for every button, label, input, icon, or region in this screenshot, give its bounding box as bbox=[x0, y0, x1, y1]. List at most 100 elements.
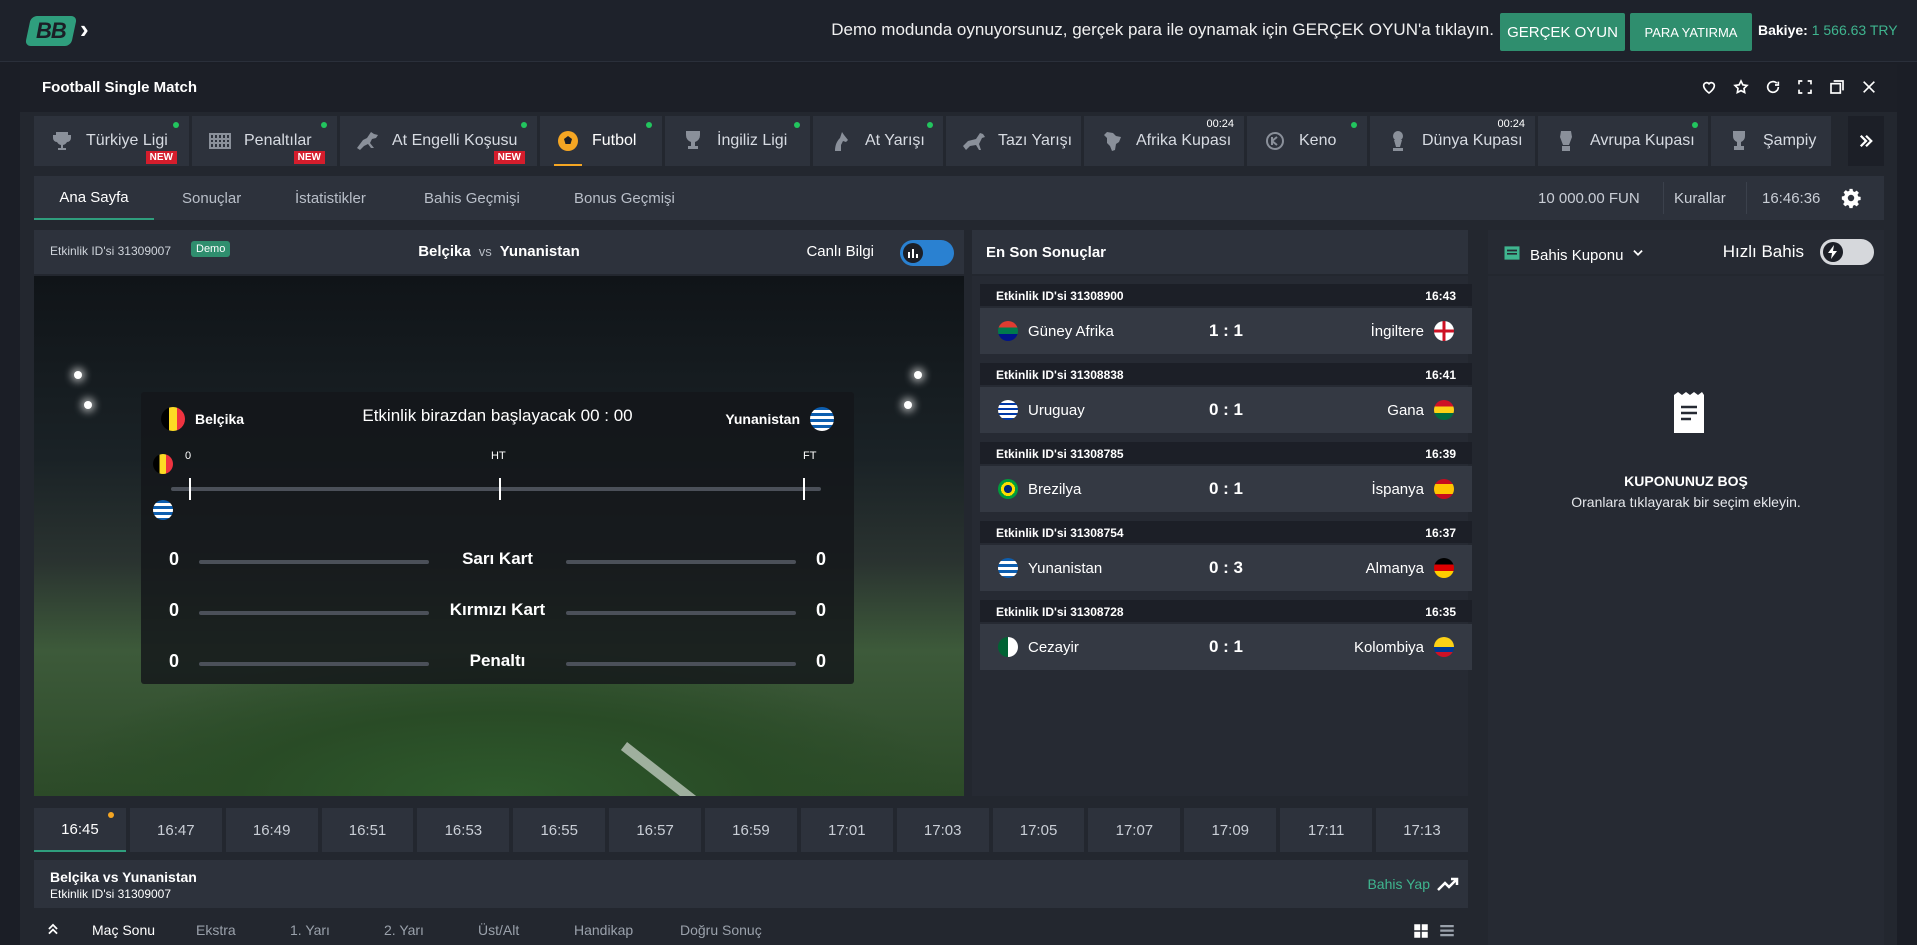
window-header: Football Single Match bbox=[20, 64, 1897, 112]
greece-flag-icon bbox=[153, 500, 173, 520]
countdown: 00:24 bbox=[1497, 118, 1525, 130]
game-window: Football Single Match Türkiye Ligi NEW P… bbox=[20, 64, 1897, 945]
ghana-flag-icon bbox=[1434, 400, 1454, 420]
stat-away: 0 bbox=[815, 549, 826, 569]
market-tab-1-yari[interactable]: 1. Yarı bbox=[290, 922, 330, 938]
result-card[interactable]: Etkinlik ID'si 31308838 16:41 Uruguay 0 :… bbox=[980, 363, 1472, 433]
coupon-title: Bahis Kuponu bbox=[1530, 246, 1624, 264]
coupon-dropdown[interactable]: Bahis Kuponu bbox=[1502, 243, 1645, 267]
heart-icon[interactable] bbox=[1699, 77, 1719, 97]
game-tab-label: Keno bbox=[1299, 132, 1337, 149]
brand-logo[interactable]: BB bbox=[24, 16, 78, 46]
market-tab-ust-alt[interactable]: Üst/Alt bbox=[478, 922, 519, 938]
result-card[interactable]: Etkinlik ID'si 31308728 16:35 Cezayir 0 :… bbox=[980, 600, 1472, 670]
star-icon[interactable] bbox=[1731, 77, 1751, 97]
live-dot bbox=[1692, 122, 1698, 128]
close-icon[interactable] bbox=[1859, 77, 1879, 97]
market-tab-dogru-sonuc[interactable]: Doğru Sonuç bbox=[680, 922, 762, 938]
timeline-marker bbox=[189, 478, 191, 500]
market-tab-2-yari[interactable]: 2. Yarı bbox=[384, 922, 424, 938]
stat-bar bbox=[566, 611, 796, 615]
result-card[interactable]: Etkinlik ID'si 31308754 16:37 Yunanistan … bbox=[980, 521, 1472, 591]
timeslot[interactable]: 17:03 bbox=[896, 808, 989, 852]
timeslot[interactable]: 17:07 bbox=[1088, 808, 1181, 852]
quick-bet-toggle[interactable] bbox=[1820, 239, 1874, 265]
game-tab-dunya-kupasi[interactable]: Dünya Kupası 00:24 bbox=[1370, 116, 1535, 166]
tab-ana-sayfa[interactable]: Ana Sayfa bbox=[34, 176, 154, 220]
stadium-light bbox=[914, 371, 922, 379]
fullscreen-icon[interactable] bbox=[1795, 77, 1815, 97]
timeslot[interactable]: 17:09 bbox=[1184, 808, 1277, 852]
deposit-button[interactable]: PARA YATIRMA bbox=[1630, 13, 1752, 51]
market-tab-ekstra[interactable]: Ekstra bbox=[196, 922, 236, 938]
real-game-button[interactable]: GERÇEK OYUN bbox=[1500, 13, 1625, 51]
away-team: Yunanistan bbox=[499, 243, 580, 260]
game-tab-turkiye-ligi[interactable]: Türkiye Ligi NEW bbox=[34, 116, 189, 166]
live-info-toggle[interactable] bbox=[900, 240, 954, 266]
belgium-flag-icon bbox=[153, 454, 173, 474]
chevron-up-icon[interactable] bbox=[46, 922, 60, 939]
game-tab-label: Şampiy bbox=[1763, 132, 1817, 149]
keno-icon bbox=[1261, 127, 1289, 155]
game-tab-keno[interactable]: Keno bbox=[1247, 116, 1367, 166]
stat-row-penalty: 0 Penaltı 0 bbox=[141, 651, 854, 675]
timeslot[interactable]: 16:55 bbox=[513, 808, 606, 852]
trend-chart-icon[interactable] bbox=[1436, 872, 1460, 896]
game-tab-label: Avrupa Kupası bbox=[1590, 132, 1695, 149]
game-tab-futbol[interactable]: Futbol bbox=[540, 116, 662, 166]
timeslot[interactable]: 16:59 bbox=[705, 808, 797, 852]
overlay-away: Yunanistan bbox=[725, 407, 834, 431]
game-tab-at-yarisi[interactable]: At Yarışı bbox=[813, 116, 943, 166]
match-market-header: Belçika vs Yunanistan Etkinlik ID'si 313… bbox=[34, 860, 1468, 908]
timeslot[interactable]: 16:51 bbox=[321, 808, 414, 852]
refresh-icon[interactable] bbox=[1763, 77, 1783, 97]
tab-sonuclar[interactable]: Sonuçlar bbox=[182, 176, 241, 220]
result-card[interactable]: Etkinlik ID'si 31308900 16:43 Güney Afrik… bbox=[980, 284, 1472, 354]
timeslot[interactable]: 17:05 bbox=[992, 808, 1085, 852]
game-tab-sampiyonlar[interactable]: Şampiy bbox=[1711, 116, 1831, 166]
double-chevron-right-icon[interactable] bbox=[1848, 116, 1884, 166]
receipt-icon bbox=[1672, 391, 1706, 440]
divider bbox=[1746, 182, 1747, 214]
champions-icon bbox=[1725, 127, 1753, 155]
grid-view-icon[interactable] bbox=[1412, 922, 1430, 943]
market-tab-handikap[interactable]: Handikap bbox=[574, 922, 633, 938]
timeslot[interactable]: 16:53 bbox=[417, 808, 510, 852]
chevron-right-icon[interactable]: › bbox=[80, 14, 89, 45]
tab-bonus-gecmisi[interactable]: Bonus Geçmişi bbox=[574, 176, 675, 220]
place-bet-link[interactable]: Bahis Yap bbox=[1367, 876, 1430, 892]
stat-name: Penaltı bbox=[469, 651, 526, 670]
stadium-light bbox=[84, 401, 92, 409]
fun-balance: 10 000.00 FUN bbox=[1538, 189, 1640, 207]
popout-icon[interactable] bbox=[1827, 77, 1847, 97]
bar-chart-icon bbox=[903, 243, 923, 263]
home-team: Belçika bbox=[418, 243, 471, 260]
game-tab-tazi-yarisi[interactable]: Tazı Yarışı bbox=[946, 116, 1081, 166]
rules-link[interactable]: Kurallar bbox=[1674, 176, 1726, 220]
game-tab-avrupa-kupasi[interactable]: Avrupa Kupası bbox=[1538, 116, 1708, 166]
game-tab-penaltilar[interactable]: Penaltılar NEW bbox=[192, 116, 337, 166]
settings-gear-icon[interactable] bbox=[1840, 176, 1862, 220]
list-view-icon[interactable] bbox=[1438, 922, 1456, 943]
result-time: 16:37 bbox=[1425, 526, 1456, 540]
market-tab-mac-sonu[interactable]: Maç Sonu bbox=[92, 922, 155, 938]
tab-bahis-gecmisi[interactable]: Bahis Geçmişi bbox=[424, 176, 520, 220]
timeslot[interactable]: 16:49 bbox=[225, 808, 318, 852]
tab-istatistikler[interactable]: İstatistikler bbox=[295, 176, 366, 220]
game-tab-at-engelli-kosusu[interactable]: At Engelli Koşusu NEW bbox=[340, 116, 537, 166]
live-dot bbox=[321, 122, 327, 128]
world-cup-icon bbox=[1384, 127, 1412, 155]
timeslot[interactable]: 17:01 bbox=[800, 808, 893, 852]
timeslot[interactable]: 17:11 bbox=[1280, 808, 1373, 852]
game-tab-label: Tazı Yarışı bbox=[998, 132, 1073, 149]
timeslot[interactable]: 16:47 bbox=[129, 808, 222, 852]
stadium-light bbox=[74, 371, 82, 379]
game-tab-ingiliz-ligi[interactable]: İngiliz Ligi bbox=[665, 116, 810, 166]
greece-flag-icon bbox=[810, 407, 834, 431]
timeslot[interactable]: 16:45 bbox=[34, 808, 126, 852]
result-card[interactable]: Etkinlik ID'si 31308785 16:39 Brezilya 0 … bbox=[980, 442, 1472, 512]
game-tab-afrika-kupasi[interactable]: Afrika Kupası 00:24 bbox=[1084, 116, 1244, 166]
timeslot[interactable]: 17:13 bbox=[1376, 808, 1468, 852]
timeslot[interactable]: 16:57 bbox=[609, 808, 702, 852]
stadium-light bbox=[904, 401, 912, 409]
